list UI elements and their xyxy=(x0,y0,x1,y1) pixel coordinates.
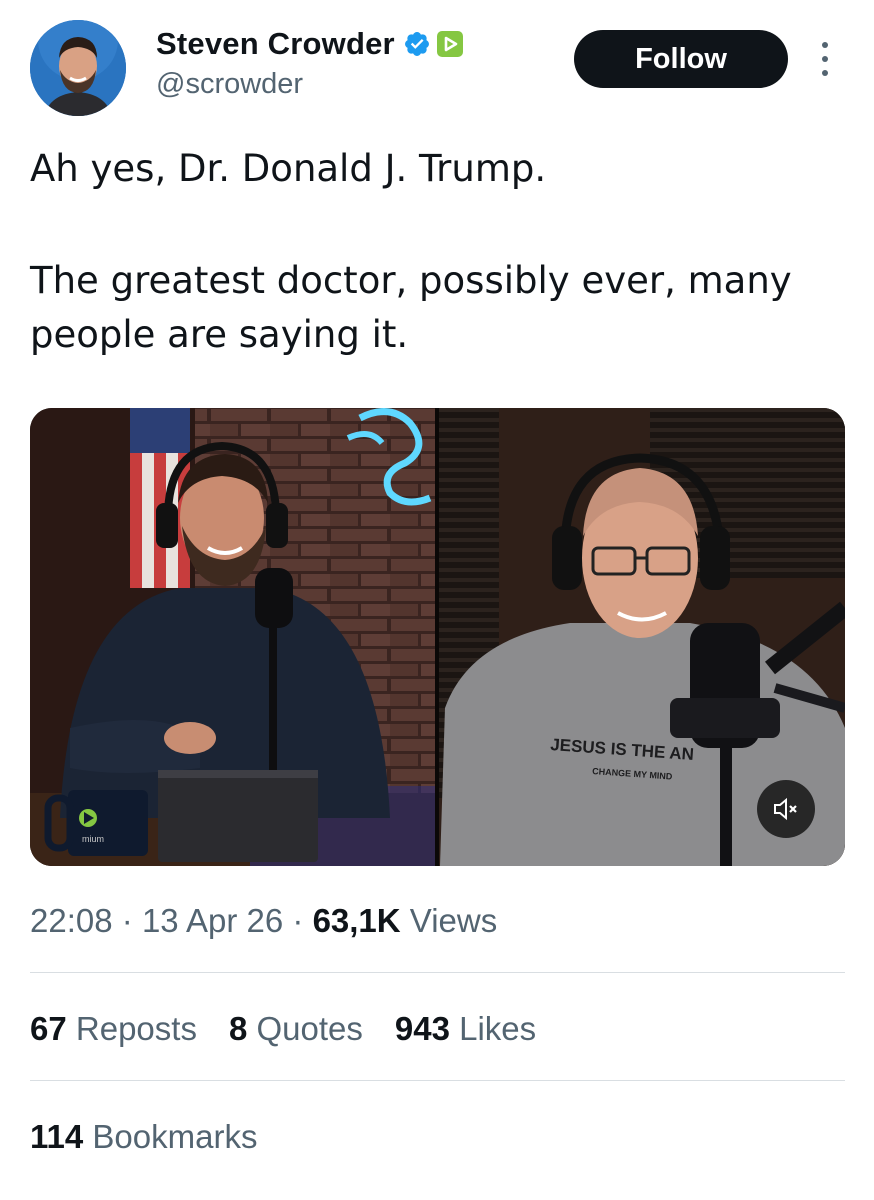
dot xyxy=(822,42,828,48)
quotes-count: 8 xyxy=(228,1010,248,1047)
display-name[interactable]: Steven Crowder xyxy=(156,26,395,62)
separator-dot: · xyxy=(121,902,142,939)
reposts-stat[interactable]: 67 Reposts xyxy=(30,1010,197,1048)
dot xyxy=(822,70,828,76)
left-video-panel: mium xyxy=(30,408,436,866)
bookmarks-count: 114 xyxy=(30,1118,84,1155)
avatar[interactable] xyxy=(30,20,126,116)
likes-count: 943 xyxy=(394,1010,450,1047)
avatar-image xyxy=(30,20,126,116)
views-label: Views xyxy=(409,902,498,939)
author-block: Steven Crowder @scrowder xyxy=(156,24,463,101)
play-icon xyxy=(444,36,458,52)
reposts-count: 67 xyxy=(30,1010,67,1047)
tweet-line-1: Ah yes, Dr. Donald J. Trump. xyxy=(30,147,547,190)
bookmarks-label: Bookmarks xyxy=(92,1118,258,1155)
tweet-header: Steven Crowder @scrowder Follow xyxy=(30,20,844,120)
video-player[interactable]: mium JESUS IS THE AN CHANGE MY MIND xyxy=(30,408,845,866)
verified-badge-icon[interactable] xyxy=(403,30,431,58)
separator-dot: · xyxy=(292,902,313,939)
quotes-label: Quotes xyxy=(256,1010,363,1047)
tweet-line-2: The greatest doctor, possibly ever, many… xyxy=(30,259,792,356)
divider xyxy=(30,1080,845,1081)
more-options-icon[interactable] xyxy=(818,42,832,76)
divider xyxy=(30,972,845,973)
dot xyxy=(822,56,828,62)
handle[interactable]: @scrowder xyxy=(156,68,463,101)
engagement-stats: 67 Reposts 8 Quotes 943 Likes xyxy=(30,1010,568,1048)
rumble-badge-icon[interactable] xyxy=(436,31,463,57)
quotes-stat[interactable]: 8 Quotes xyxy=(229,1010,363,1048)
name-row: Steven Crowder xyxy=(156,24,463,64)
video-frame: mium JESUS IS THE AN CHANGE MY MIND xyxy=(30,408,845,866)
tweet-text: Ah yes, Dr. Donald J. Trump. The greates… xyxy=(30,142,850,362)
likes-stat[interactable]: 943 Likes xyxy=(395,1010,536,1048)
muted-speaker-icon xyxy=(774,797,797,821)
bookmarks-stat[interactable]: 114 Bookmarks xyxy=(30,1118,257,1156)
mute-button[interactable] xyxy=(757,780,815,838)
views-count[interactable]: 63,1K xyxy=(313,902,401,939)
tweet-time[interactable]: 22:08 xyxy=(30,902,113,939)
follow-button[interactable]: Follow xyxy=(574,30,788,88)
tweet-meta: 22:08 · 13 Apr 26 · 63,1K Views xyxy=(30,902,497,940)
reposts-label: Reposts xyxy=(75,1010,197,1047)
mug-text: mium xyxy=(82,834,104,844)
tweet-date[interactable]: 13 Apr 26 xyxy=(142,902,283,939)
likes-label: Likes xyxy=(459,1010,537,1047)
